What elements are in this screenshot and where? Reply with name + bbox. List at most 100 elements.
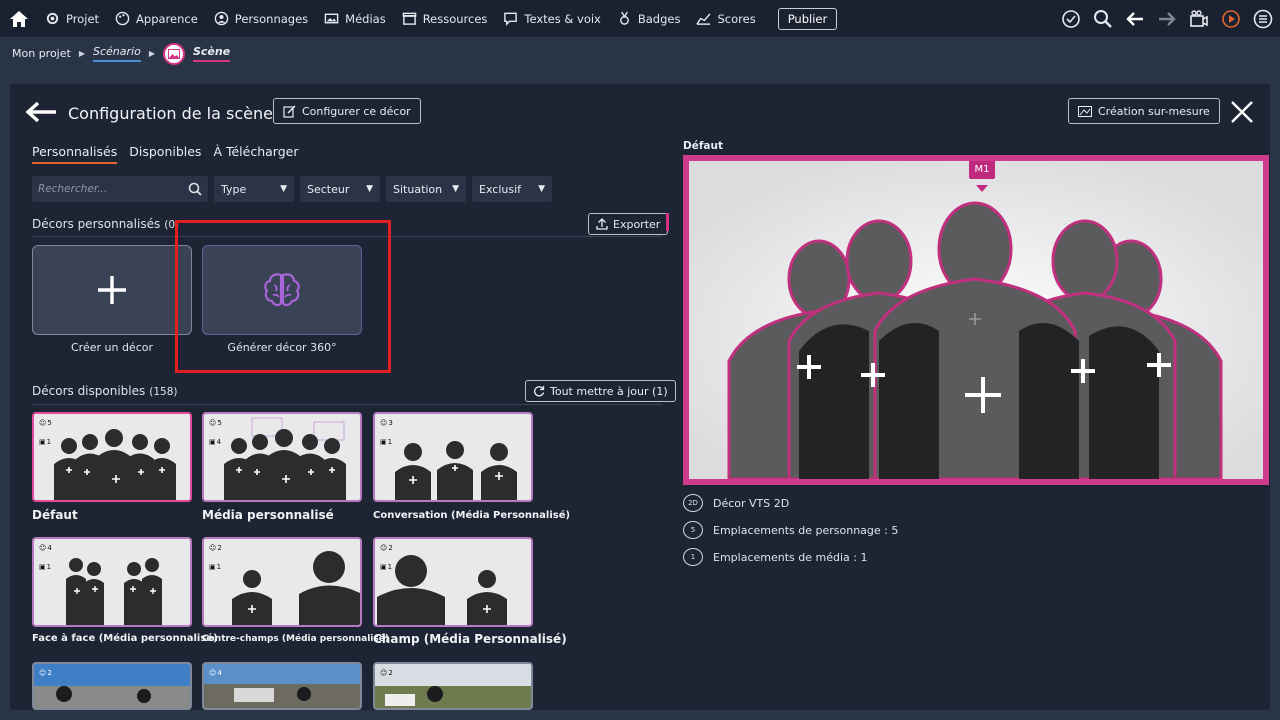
search-icon[interactable] <box>1092 8 1114 30</box>
search-icon <box>188 182 202 196</box>
breadcrumb-scenario[interactable]: Scénario <box>92 45 141 62</box>
custom-creation-button[interactable]: Création sur-mesure <box>1068 98 1220 124</box>
info-media-slots: 1 Emplacements de média : 1 <box>683 548 867 566</box>
character-count-badge: ☺ 4 <box>209 669 222 677</box>
decor-label: Média personnalisé <box>202 508 334 522</box>
menu-label: Personnages <box>234 11 309 26</box>
speech-icon <box>504 12 518 26</box>
refresh-icon <box>534 386 545 397</box>
info-text: Emplacements de média : 1 <box>713 550 868 564</box>
filter-exclusif-dropdown[interactable]: Exclusif ▼ <box>472 176 552 202</box>
search-input[interactable]: Rechercher... <box>32 176 208 202</box>
tab-personnalises[interactable]: Personnalisés <box>32 144 118 164</box>
decor-tabs: Personnalisés Disponibles À Télécharger <box>32 144 298 164</box>
menu-label: Badges <box>637 11 681 26</box>
decor-thumbnail[interactable]: ☺ 4 <box>202 662 362 710</box>
menu-textes-voix[interactable]: Textes & voix <box>495 0 608 37</box>
decor-thumbnail[interactable]: ☺ 2 <box>32 662 192 710</box>
media-count-icon: 1 <box>683 548 703 566</box>
silhouettes-image <box>232 551 360 625</box>
search-placeholder: Rechercher... <box>38 183 108 195</box>
toolbar-icons <box>1060 0 1274 37</box>
menu-apparence[interactable]: Apparence <box>107 0 206 37</box>
filter-label: Type <box>221 182 247 196</box>
decor-label: Face à face (Média personnalisé) <box>32 633 218 644</box>
filter-situation-dropdown[interactable]: Situation ▼ <box>386 176 466 202</box>
decor-thumbnail[interactable]: ☺ 4 ▣ 1 <box>32 537 192 627</box>
arrow-right-icon[interactable] <box>1156 8 1178 30</box>
section-title: Décors disponibles <box>32 384 146 398</box>
back-arrow-icon[interactable] <box>24 100 58 124</box>
menu-scores[interactable]: Scores <box>688 0 763 37</box>
page-title: Configuration de la scène <box>68 104 273 123</box>
section-count: (158) <box>149 386 178 398</box>
menu-label: Projet <box>66 11 100 26</box>
person-count-icon: 5 <box>683 521 703 539</box>
export-button[interactable]: Exporter <box>588 213 669 235</box>
filter-label: Exclusif <box>479 182 522 196</box>
preview-silhouettes-image <box>689 161 1263 479</box>
badge-icon <box>619 11 629 25</box>
available-decors-heading: Décors disponibles (158) <box>32 384 177 398</box>
silhouettes-image <box>224 417 346 500</box>
menu-medias[interactable]: Médias <box>316 0 394 37</box>
character-count-badge: ☺ 2 <box>39 669 52 677</box>
decor-thumbnail[interactable]: ☺ 2 ▣ 1 <box>373 537 533 627</box>
main-menu: Projet Apparence Personnages Médias Ress… <box>37 0 838 37</box>
menu-label: Apparence <box>136 11 198 26</box>
custom-image-icon <box>1078 105 1092 117</box>
home-button[interactable] <box>0 0 37 37</box>
create-decor-card[interactable] <box>32 245 192 335</box>
menu-label: Médias <box>345 11 386 26</box>
menu-ressources[interactable]: Ressources <box>394 0 496 37</box>
check-icon[interactable] <box>1060 8 1082 30</box>
close-icon[interactable] <box>1230 100 1254 124</box>
decor-thumbnail[interactable]: ☺ 2 <box>373 662 533 710</box>
palette-icon <box>115 11 130 26</box>
hamburger-menu-icon[interactable] <box>1252 8 1274 30</box>
section-title: Décors personnalisés <box>32 217 161 231</box>
configure-decor-label: Configurer ce décor <box>302 104 411 118</box>
decor-thumbnail[interactable]: ☺ 5 ▣ 4 <box>202 412 362 502</box>
tab-a-telecharger[interactable]: À Télécharger <box>213 144 298 164</box>
create-decor-label: Créer un décor <box>70 341 153 354</box>
upload-icon <box>596 218 608 230</box>
filter-secteur-dropdown[interactable]: Secteur ▼ <box>300 176 380 202</box>
configure-decor-button[interactable]: Configurer ce décor <box>273 98 421 124</box>
silhouettes-image <box>395 441 517 500</box>
info-text: Emplacements de personnage : 5 <box>713 523 899 537</box>
character-count-badge: ☺ 2 <box>380 669 393 677</box>
caret-down-icon: ▼ <box>366 184 373 194</box>
play-icon[interactable] <box>1220 8 1242 30</box>
tab-disponibles[interactable]: Disponibles <box>129 144 201 164</box>
menu-personnages[interactable]: Personnages <box>206 0 316 37</box>
menu-badges[interactable]: Badges <box>609 0 689 37</box>
outdoor-photo-image <box>375 664 531 708</box>
filter-label: Situation <box>393 182 443 196</box>
scroll-marker <box>666 213 669 231</box>
caret-down-icon: ▼ <box>452 184 459 194</box>
update-all-button[interactable]: Tout mettre à jour (1) <box>525 380 676 402</box>
update-all-label: Tout mettre à jour (1) <box>550 384 668 398</box>
arrow-left-icon[interactable] <box>1124 8 1146 30</box>
outdoor-photo-image <box>34 664 190 708</box>
decor-thumbnail[interactable]: ☺ 2 ▣ 1 <box>202 537 362 627</box>
badge-count: 2 <box>47 669 52 677</box>
menu-projet[interactable]: Projet <box>37 0 107 37</box>
silhouettes-image <box>377 555 507 625</box>
filter-type-dropdown[interactable]: Type ▼ <box>214 176 294 202</box>
preview-title: Défaut <box>683 140 723 152</box>
box-icon <box>402 12 416 25</box>
custom-creation-label: Création sur-mesure <box>1098 104 1210 118</box>
camera-icon[interactable] <box>1188 8 1210 30</box>
menu-label: Scores <box>717 11 756 26</box>
breadcrumb-project[interactable]: Mon projet <box>12 47 71 60</box>
decor-label: Conversation (Média Personnalisé) <box>373 510 571 521</box>
info-character-slots: 5 Emplacements de personnage : 5 <box>683 521 898 539</box>
decor-thumbnail[interactable]: ☺ 3 ▣ 1 <box>373 412 533 502</box>
media-marker[interactable]: M1 <box>969 161 995 179</box>
decor-thumbnail[interactable]: ☺ 5 ▣ 1 <box>32 412 192 502</box>
publish-button[interactable]: Publier <box>777 7 838 30</box>
decor-label: Champ (Média Personnalisé) <box>373 632 567 646</box>
filter-bar: Rechercher... Type ▼ Secteur ▼ Situation ▼ … <box>32 176 552 202</box>
